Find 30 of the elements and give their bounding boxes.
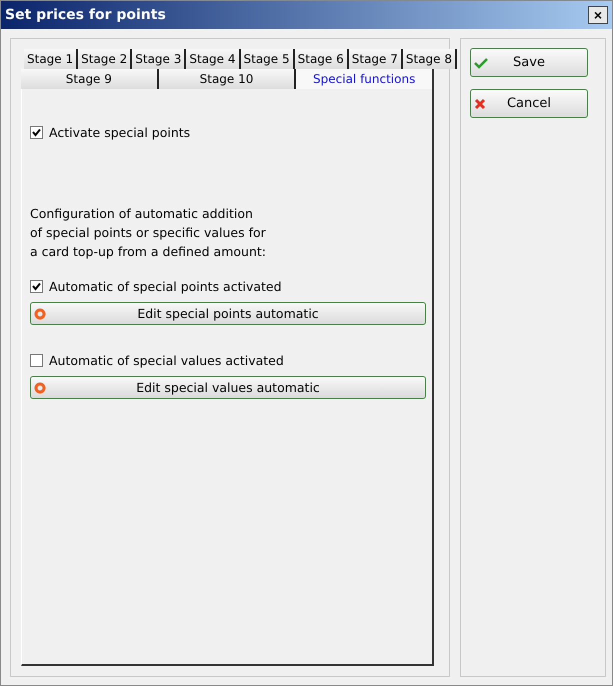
- tab[interactable]: Stage 1: [24, 49, 78, 69]
- check-icon: [474, 57, 488, 69]
- checkbox-label: Automatic of special points activated: [49, 279, 282, 294]
- tab[interactable]: Stage 5: [240, 49, 295, 69]
- ring-icon: [34, 382, 46, 394]
- checkbox[interactable]: [30, 280, 43, 293]
- checkbox-label: Activate special points: [49, 125, 190, 140]
- tab[interactable]: Stage 10: [158, 69, 296, 89]
- description-text: of special points or specific values for: [30, 224, 267, 242]
- tab[interactable]: Stage 8: [402, 49, 457, 69]
- tab[interactable]: Stage 7: [348, 49, 403, 69]
- tab[interactable]: Stage 2: [78, 49, 132, 69]
- description-text: Configuration of automatic addition: [30, 205, 254, 223]
- cancel-button[interactable]: Cancel: [470, 89, 588, 118]
- save-button[interactable]: Save: [470, 48, 588, 77]
- window-title: Set prices for points: [5, 7, 166, 23]
- edit-button[interactable]: Edit special points automatic: [30, 302, 426, 325]
- checkbox-label: Automatic of special values activated: [49, 353, 284, 368]
- checkbox[interactable]: [30, 126, 43, 139]
- edit-button[interactable]: Edit special values automatic: [30, 376, 426, 399]
- checkbox[interactable]: [30, 354, 43, 367]
- tab[interactable]: Stage 4: [186, 49, 240, 69]
- close-button[interactable]: ×: [588, 6, 608, 24]
- description-text: a card top-up from a defined amount:: [30, 243, 267, 261]
- tab[interactable]: Stage 6: [294, 49, 349, 69]
- ring-icon: [34, 308, 46, 320]
- tab[interactable]: Stage 9: [21, 69, 159, 89]
- tab[interactable]: Stage 3: [132, 49, 186, 69]
- tab[interactable]: Special functions: [296, 69, 434, 89]
- close-icon: [474, 98, 486, 110]
